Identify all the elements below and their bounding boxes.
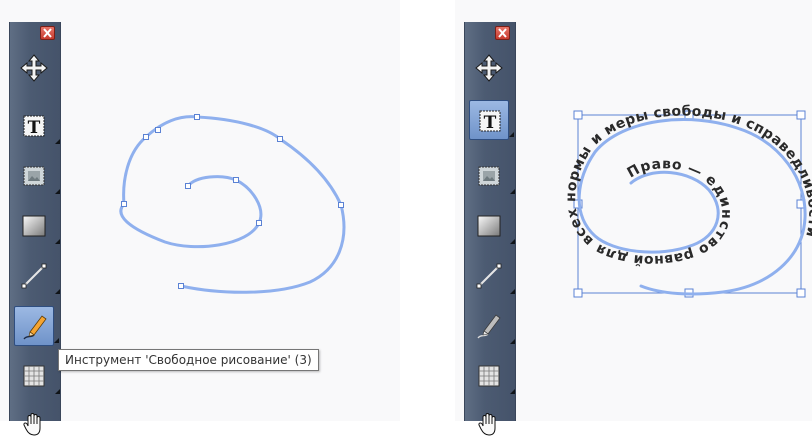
left-canvas-panel[interactable]: T Инструмент 'Свободное рисование' (3) — [0, 0, 400, 436]
curve-nodes[interactable] — [121, 114, 344, 289]
drawing-canvas-right[interactable]: Право — единство равной для всех нормы и… — [455, 0, 812, 421]
freehand-spiral-curve[interactable] — [119, 115, 346, 294]
path-text[interactable]: Право — единство равной для всех нормы и… — [563, 103, 812, 268]
tool-tooltip: Инструмент 'Свободное рисование' (3) — [58, 349, 319, 371]
right-canvas-panel[interactable]: T Право — единство равной для всех нормы… — [455, 0, 812, 436]
